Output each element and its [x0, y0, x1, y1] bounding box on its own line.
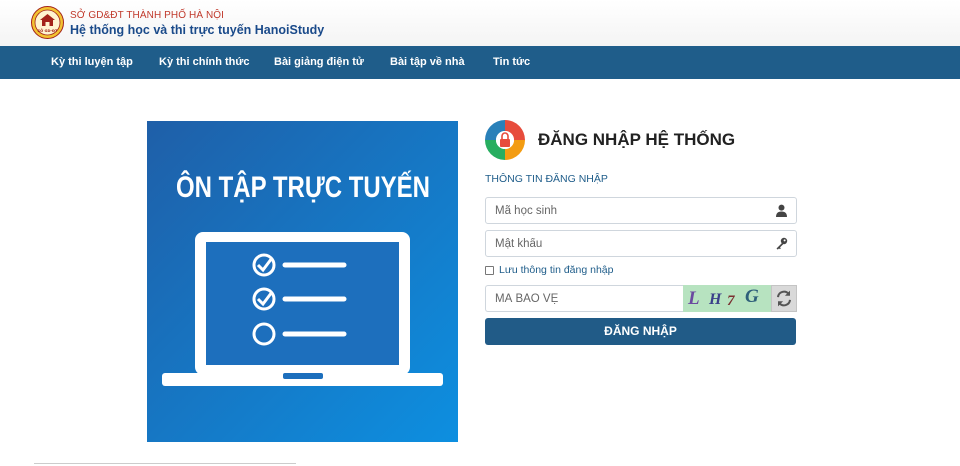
password-field[interactable] [485, 230, 797, 257]
captcha-field[interactable] [485, 285, 683, 312]
login-info-label: THÔNG TIN ĐĂNG NHẬP [485, 173, 608, 185]
nav-item-news[interactable]: Tin tức [493, 46, 530, 79]
student-id-input[interactable] [486, 198, 766, 223]
captcha-image: L H 7 G [683, 285, 771, 312]
captcha-char: L [688, 288, 700, 309]
captcha-input[interactable] [486, 286, 682, 311]
captcha-char: 7 [727, 293, 735, 309]
banner-title: ÔN TẬP TRỰC TUYẾN [176, 170, 430, 204]
user-icon [776, 204, 787, 217]
key-icon [776, 237, 788, 250]
nav-item-homework[interactable]: Bài tập về nhà [390, 46, 465, 79]
site-header: SỞ GD-ĐT SỞ GD&ĐT THÀNH PHỐ HÀ NỘI Hệ th… [0, 0, 960, 46]
laptop-icon [162, 232, 443, 386]
login-button[interactable]: ĐĂNG NHẬP [485, 318, 796, 345]
captcha-refresh-button[interactable] [771, 285, 797, 312]
remember-checkbox[interactable] [485, 266, 494, 275]
nav-item-official-exam[interactable]: Kỳ thi chính thức [159, 46, 249, 79]
department-logo-icon[interactable]: SỞ GD-ĐT [31, 6, 64, 39]
student-id-field[interactable] [485, 197, 797, 224]
system-name[interactable]: Hệ thống học và thi trực tuyến HanoiStud… [70, 23, 324, 37]
logo-text: SỞ GD-ĐT [38, 28, 58, 33]
login-title: ĐĂNG NHẬP HỆ THỐNG [538, 130, 736, 149]
org-name: SỞ GD&ĐT THÀNH PHỐ HÀ NỘI [70, 10, 225, 21]
lock-icon [485, 120, 525, 160]
nav-item-practice-exam[interactable]: Kỳ thi luyện tập [51, 46, 133, 79]
refresh-icon [776, 290, 792, 307]
remember-label[interactable]: Lưu thông tin đăng nhập [499, 264, 613, 276]
password-input[interactable] [486, 231, 766, 256]
captcha-char: G [745, 286, 759, 307]
online-review-banner: ÔN TẬP TRỰC TUYẾN [147, 121, 458, 442]
nav-item-e-lectures[interactable]: Bài giảng điện tử [274, 46, 364, 79]
captcha-char: H [709, 291, 722, 308]
main-nav: Kỳ thi luyện tập Kỳ thi chính thức Bài g… [0, 46, 960, 79]
